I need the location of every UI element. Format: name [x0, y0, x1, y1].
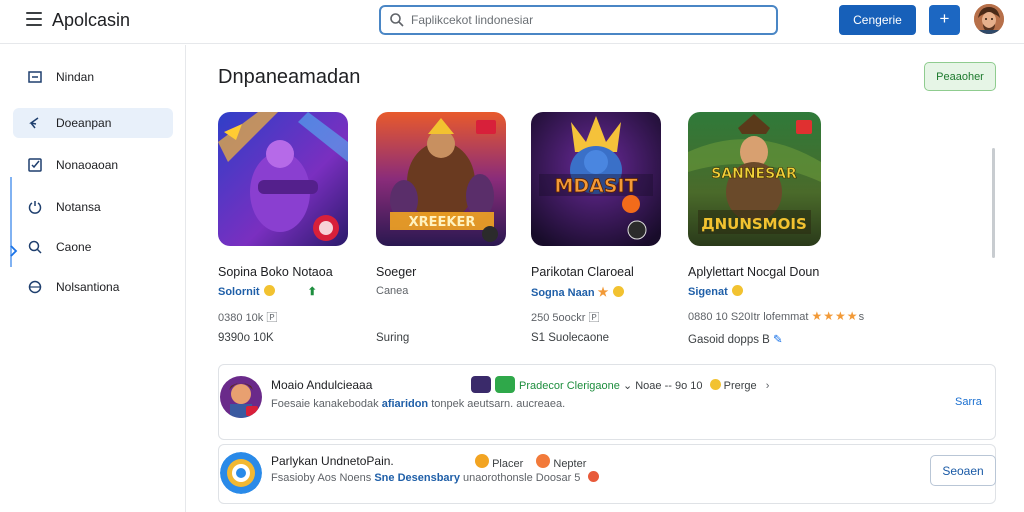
- pointer-icon: [29, 117, 39, 129]
- list-item-tags: Pradecor Clerigaone ⌄ Noae -- 9o 10 Prer…: [471, 376, 769, 393]
- sidebar-item-notansa[interactable]: Notansa: [13, 192, 173, 222]
- row-action-link[interactable]: Sarra: [955, 396, 982, 408]
- add-button[interactable]: +: [929, 5, 960, 35]
- list-item[interactable]: Parlykan UndnetoPain. Fsasioby Aos Noens…: [218, 444, 996, 504]
- app-thumbnail: [218, 112, 348, 246]
- globe-icon: [28, 280, 42, 294]
- app-thumbnail: MDASIT: [531, 112, 661, 246]
- sidebar-item-label: Nonaoaoan: [56, 158, 119, 172]
- list-item-title: Moaio Andulcieaaa: [271, 378, 373, 392]
- app-name: Sopina Boko Notaoa: [218, 265, 333, 279]
- app-thumbnail: XREEKER: [376, 112, 506, 246]
- chevron-down-icon: ⌄: [622, 380, 633, 392]
- row-action-button[interactable]: Seoaen: [930, 455, 996, 486]
- app-icon: [220, 376, 262, 418]
- app-downloads: Gasoid dopps B ✎: [688, 334, 783, 346]
- app-developer: Sigenat: [688, 285, 743, 298]
- app-card[interactable]: SANNESAR ДNUNSMOIS Aplylettart Nocgal Do…: [688, 112, 928, 352]
- checkbox-icon: [28, 158, 42, 172]
- smile-emoji-icon: [263, 285, 275, 296]
- power-icon: [28, 201, 42, 214]
- search-icon: [28, 240, 42, 254]
- page-title: Dnpaneamadan: [218, 66, 361, 88]
- smile-emoji-icon: [731, 285, 743, 296]
- star-icon: ★: [597, 285, 610, 299]
- chevron-right-icon[interactable]: ›: [766, 380, 770, 392]
- sidebar-item-nolsantiona[interactable]: Nolsantiona: [13, 272, 173, 302]
- user-avatar[interactable]: [974, 4, 1004, 34]
- app-name: Soeger: [376, 265, 417, 279]
- svg-text:XREEKER: XREEKER: [409, 215, 476, 230]
- search-box[interactable]: [379, 5, 778, 35]
- app-name: Aplylettart Nocgal Doun: [688, 265, 820, 279]
- mini-game-icon: [471, 376, 491, 393]
- emoji-icon: [475, 454, 489, 468]
- app-card[interactable]: MDASIT Parikotan Claroeal Sogna Naan ★ 25…: [531, 112, 681, 352]
- svg-text:SANNESAR: SANNESAR: [711, 166, 797, 182]
- app-card[interactable]: XREEKER Soeger Canea Suring: [376, 112, 526, 352]
- list-item-description: Foesaie kanakebodak afiaridon tonpek aeu…: [271, 398, 566, 410]
- hamburger-menu-icon[interactable]: [26, 12, 42, 26]
- smile-emoji-icon: [709, 379, 721, 390]
- avatar-image: [974, 4, 1004, 34]
- green-action-button[interactable]: Peaaoher: [924, 62, 996, 91]
- list-item-title: Parlykan UndnetoPain.: [271, 454, 394, 468]
- sidebar-item-label: Nolsantiona: [56, 280, 120, 294]
- rating-suffix: s: [858, 311, 865, 323]
- list-item-description: Fsasioby Aos Noens Sne Desensbary unaoro…: [271, 471, 651, 485]
- list-item[interactable]: Moaio Andulcieaaa Foesaie kanakebodak af…: [218, 364, 996, 440]
- list-item-tags: Placer Nepter: [471, 454, 586, 470]
- app-developer: Sogna Naan ★: [531, 285, 625, 299]
- app-downloads: S1 Suolecaone: [531, 332, 610, 344]
- arrow-up-icon: ⬆: [307, 286, 317, 298]
- badge-icon: 🄿: [588, 312, 600, 324]
- app-developer: Solornit ⬆: [218, 285, 317, 298]
- svg-text:MDASIT: MDASIT: [554, 175, 637, 197]
- app-thumbnail: SANNESAR ДNUNSMOIS: [688, 112, 821, 246]
- app-developer: Canea: [376, 285, 409, 297]
- app-meta: 250 5oockr 🄿: [531, 312, 600, 324]
- app-name: Parikotan Claroeal: [531, 265, 634, 279]
- mini-game-icon: [495, 376, 515, 393]
- sidebar-item-label: Doeanpan: [56, 116, 112, 130]
- scrollbar[interactable]: [992, 148, 995, 258]
- plus-icon: +: [939, 9, 950, 28]
- sidebar-item-label: Notansa: [56, 200, 101, 214]
- app-downloads: 9390o 10K: [218, 332, 274, 344]
- app-card[interactable]: Sopina Boko Notaoa Solornit ⬆ 0380 10k 🄿…: [218, 112, 368, 352]
- app-downloads: Suring: [376, 332, 410, 344]
- sidebar-item-nonaoaoan[interactable]: Nonaoaoan: [13, 150, 173, 180]
- badge-icon: 🄿: [266, 312, 278, 324]
- search-icon: [390, 13, 404, 27]
- sidebar-item-caone[interactable]: Caone: [13, 232, 173, 262]
- grid-icon: [28, 71, 42, 83]
- search-input[interactable]: [411, 11, 761, 29]
- emoji-icon: [587, 471, 599, 482]
- emoji-icon: [536, 454, 551, 468]
- edit-icon: ✎: [773, 334, 783, 346]
- top-app-bar: Apolcasin Cengerie +: [0, 0, 1024, 44]
- smile-emoji-icon: [613, 286, 625, 297]
- chevron-right-icon[interactable]: [9, 244, 19, 258]
- sidebar-item-doeanpan[interactable]: Doeanpan: [13, 108, 173, 138]
- sidebar-item-label: Caone: [56, 240, 92, 254]
- sidebar-item-label: Nindan: [56, 70, 95, 84]
- app-meta: 0380 10k 🄿: [218, 312, 278, 324]
- rating-stars: ★★★★: [811, 309, 859, 323]
- app-icon: [220, 452, 262, 494]
- sidebar: Nindan Doeanpan Nonaoaoan Notansa Caone …: [0, 45, 186, 512]
- primary-header-button[interactable]: Cengerie: [839, 5, 916, 35]
- sidebar-item-nindan[interactable]: Nindan: [13, 62, 173, 92]
- svg-text:ДNUNSMOIS: ДNUNSMOIS: [701, 215, 807, 233]
- app-meta: 0880 10 S20Itr lofemmat ★★★★s: [688, 309, 865, 323]
- app-title: Apolcasin: [52, 10, 131, 30]
